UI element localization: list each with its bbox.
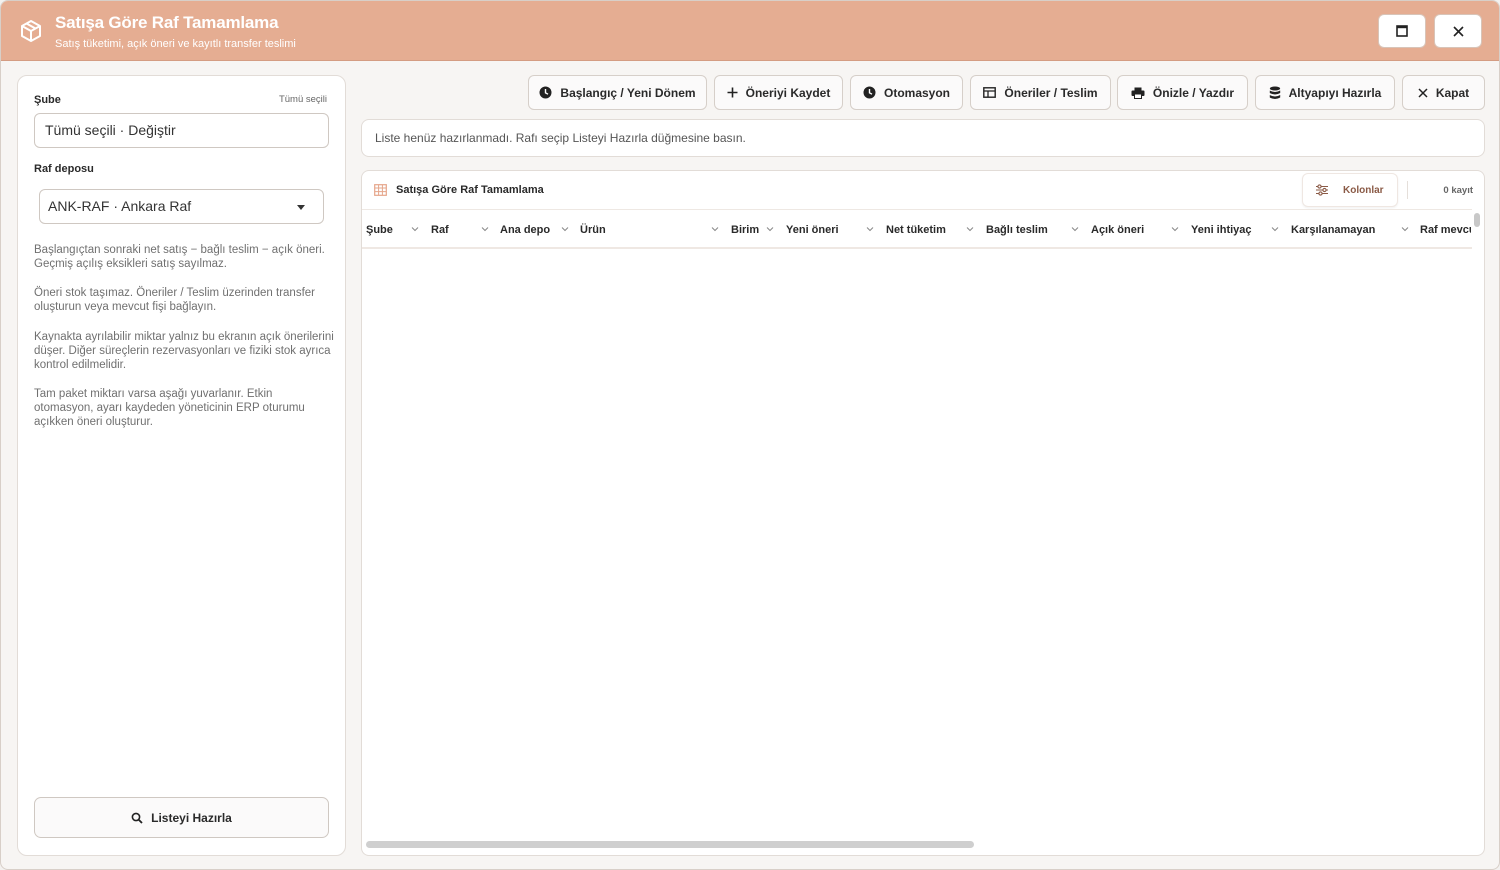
columns-button[interactable]: Kolonlar [1302, 173, 1398, 207]
column-header[interactable]: Ürün [580, 210, 700, 250]
preview-print-button[interactable]: Önizle / Yazdır [1117, 75, 1248, 110]
branch-hint: Tümü seçili [278, 94, 327, 105]
suggestions-delivery-button[interactable]: Öneriler / Teslim [970, 75, 1111, 110]
close-label: Kapat [1435, 85, 1470, 100]
info-text: Başlangıçtan sonraki net satış − bağlı t… [34, 244, 325, 270]
sliders-icon [1316, 184, 1328, 196]
column-header[interactable]: Ana depo [500, 210, 560, 250]
prepare-list-label: Listeyi Hazırla [151, 810, 232, 825]
chevron-down-icon[interactable] [560, 224, 570, 234]
search-icon [131, 812, 143, 824]
column-header[interactable]: Net tüketim [886, 210, 966, 250]
chevron-down-icon[interactable] [765, 224, 775, 234]
maximize-button[interactable] [1378, 14, 1426, 48]
app-window: Satışa Göre Raf Tamamlama Satış tüketimi… [0, 0, 1500, 870]
save-suggestion-button[interactable]: Öneriyi Kaydet [714, 75, 843, 110]
save-suggestion-label: Öneriyi Kaydet [745, 85, 831, 100]
start-new-period-label: Başlangıç / Yeni Dönem [560, 85, 696, 100]
package-icon [21, 20, 41, 42]
column-header[interactable]: Bağlı teslim [986, 210, 1071, 250]
automation-button[interactable]: Otomasyon [850, 75, 963, 110]
chevron-down-icon[interactable] [965, 224, 975, 234]
column-header[interactable]: Birim [731, 210, 766, 250]
clock-icon [539, 86, 552, 99]
column-header[interactable]: Açık öneri [1091, 210, 1171, 250]
chevron-down-icon[interactable] [865, 224, 875, 234]
grid-title: Satışa Göre Raf Tamamlama [396, 184, 544, 196]
chevron-down-icon[interactable] [410, 224, 420, 234]
table-icon [983, 87, 997, 98]
shelf-select-value: ANK-RAF · Ankara Raf [48, 198, 192, 214]
window-subtitle: Satış tüketimi, açık öneri ve kayıtlı tr… [55, 38, 296, 50]
record-count: 0 kayıt [1443, 185, 1473, 196]
grid-icon [374, 184, 387, 196]
chevron-down-icon[interactable] [480, 224, 490, 234]
shelf-select[interactable]: ANK-RAF · Ankara Raf [39, 189, 324, 224]
prepare-list-button[interactable]: Listeyi Hazırla [34, 797, 329, 838]
column-header[interactable]: Raf [431, 210, 481, 250]
divider [1407, 181, 1408, 199]
close-window-button[interactable] [1434, 14, 1482, 48]
close-button[interactable]: Kapat [1402, 75, 1485, 110]
branch-field[interactable]: Tümü seçili · Değiştir [34, 113, 329, 148]
vertical-scrollbar[interactable] [1474, 213, 1480, 227]
column-header[interactable]: Raf mevcut [1420, 210, 1471, 250]
chevron-down-icon[interactable] [1170, 224, 1180, 234]
results-grid: Satışa Göre Raf Tamamlama Kolonlar 0 kay… [361, 170, 1485, 856]
chevron-down-icon[interactable] [1400, 224, 1410, 234]
caret-down-icon [297, 205, 305, 210]
prepare-infrastructure-button[interactable]: Altyapıyı Hazırla [1255, 75, 1395, 110]
automation-label: Otomasyon [883, 85, 950, 100]
shelf-label: Raf deposu [34, 163, 94, 175]
column-header[interactable]: Yeni öneri [786, 210, 861, 250]
info-text: Öneri stok taşımaz. Öneriler / Teslim üz… [34, 287, 316, 313]
close-icon [1418, 87, 1428, 98]
chevron-down-icon[interactable] [710, 224, 720, 234]
printer-icon [1131, 87, 1145, 99]
clock-icon [863, 86, 876, 99]
plus-icon [727, 87, 738, 98]
columns-label: Kolonlar [1343, 184, 1384, 196]
title-bar: Satışa Göre Raf Tamamlama Satış tüketimi… [1, 1, 1499, 61]
prepare-infrastructure-label: Altyapıyı Hazırla [1288, 85, 1382, 100]
window-title: Satışa Göre Raf Tamamlama [55, 13, 279, 32]
preview-print-label: Önizle / Yazdır [1152, 85, 1235, 100]
status-message: Liste henüz hazırlanmadı. Rafı seçip Lis… [361, 119, 1485, 157]
start-new-period-button[interactable]: Başlangıç / Yeni Dönem [528, 75, 707, 110]
maximize-icon [1396, 25, 1408, 37]
column-header[interactable]: Şube [366, 210, 411, 250]
chevron-down-icon[interactable] [1270, 224, 1280, 234]
column-header[interactable]: Karşılanamayan [1291, 210, 1391, 250]
chevron-down-icon[interactable] [1070, 224, 1080, 234]
suggestions-delivery-label: Öneriler / Teslim [1004, 85, 1098, 100]
database-icon [1269, 86, 1280, 99]
column-header[interactable]: Yeni ihtiyaç [1191, 210, 1271, 250]
grid-header-row: Şube Raf Ana depo Ürün Birim Yeni öneri … [362, 209, 1472, 249]
info-text: Tam paket miktarı varsa aşağı yuvarlanır… [34, 388, 305, 428]
filter-panel: Şube Tümü seçili Tümü seçili · Değiştir … [17, 75, 346, 856]
close-icon [1452, 25, 1464, 37]
horizontal-scrollbar[interactable] [366, 841, 974, 848]
info-text: Kaynakta ayrılabilir miktar yalnız bu ek… [34, 331, 334, 371]
branch-label: Şube [34, 94, 61, 106]
